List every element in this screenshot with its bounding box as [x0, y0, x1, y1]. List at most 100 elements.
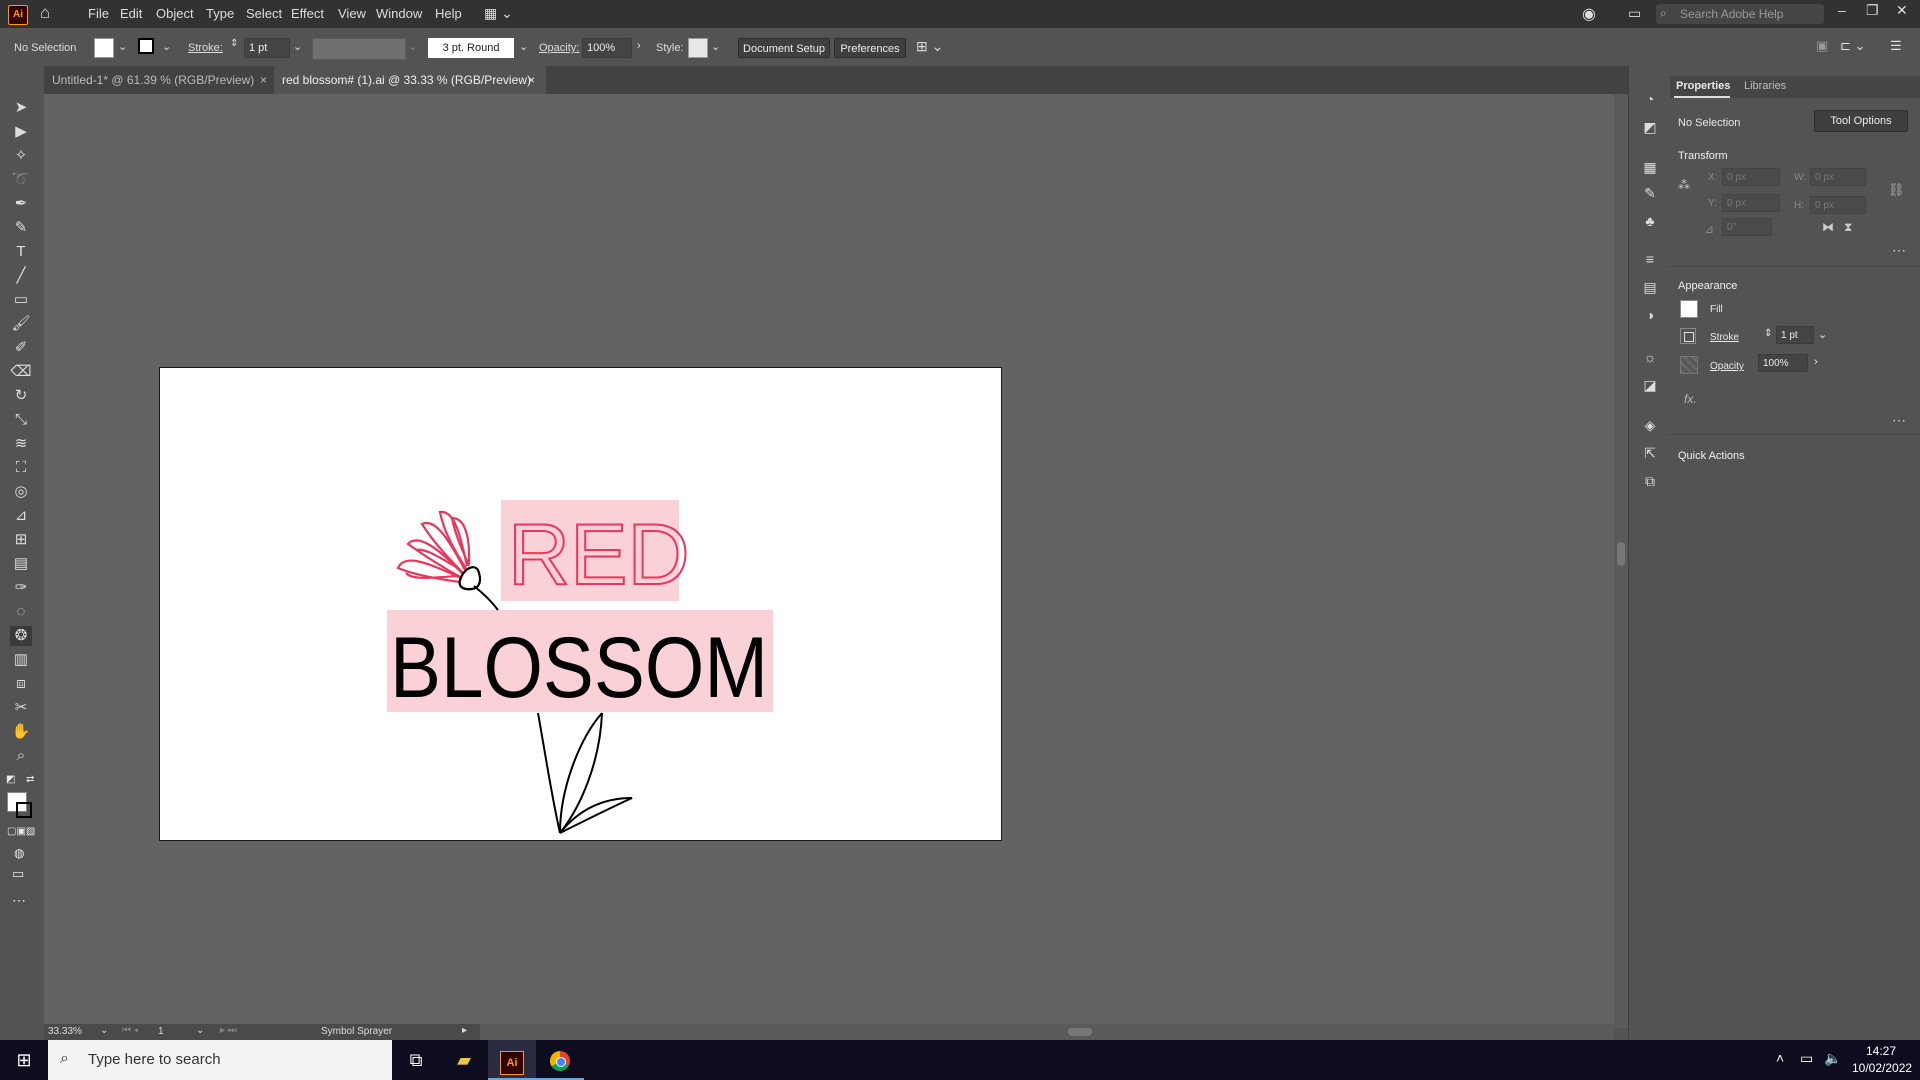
reference-point-icon[interactable]: ⁂ [1678, 178, 1690, 192]
add-effect-fx-button[interactable]: fx. [1684, 392, 1697, 406]
x-position-field[interactable]: 0 px [1722, 168, 1780, 186]
graphic-style-swatch[interactable] [688, 38, 708, 58]
fill-dropdown-icon[interactable]: ⌄ [118, 40, 127, 53]
show-hidden-icons-icon[interactable]: ˄ [1776, 1050, 1784, 1066]
menu-help[interactable]: Help [435, 6, 462, 21]
tab-red-blossom[interactable]: red blossom# (1).ai @ 33.33 % (RGB/Previ… [274, 66, 546, 94]
opacity-label[interactable]: Opacity: [539, 42, 579, 54]
eyedropper-tool-icon[interactable]: ✑ [10, 578, 32, 598]
slice-tool-icon[interactable]: ✂ [10, 698, 32, 718]
selection-tool-icon[interactable]: ➤ [10, 98, 32, 118]
appearance-opacity-expand-icon[interactable]: › [1814, 356, 1818, 368]
stroke-weight-field[interactable]: 1 pt [244, 38, 290, 58]
taskbar-search-input[interactable]: Type here to search [48, 1040, 392, 1080]
mesh-tool-icon[interactable]: ⊞ [10, 530, 32, 550]
menu-effect[interactable]: Effect [291, 6, 324, 21]
menu-type[interactable]: Type [206, 6, 234, 21]
lasso-tool-icon[interactable]: ➰ [10, 170, 32, 190]
stroke-label[interactable]: Stroke: [188, 42, 223, 54]
tab-libraries[interactable]: Libraries [1744, 80, 1786, 92]
layers-panel-icon[interactable]: ◈ [1641, 416, 1659, 434]
artboards-panel-icon[interactable]: ⧉ [1641, 472, 1659, 490]
curvature-tool-icon[interactable]: ✎ [10, 218, 32, 238]
more-appearance-options-icon[interactable]: ⋯ [1892, 412, 1906, 429]
stroke-weight-stepper-icon[interactable]: ⇕ [1764, 328, 1772, 339]
artboard-tool-icon[interactable]: ⧈ [10, 674, 32, 694]
default-colors-icon[interactable]: ◩ [6, 774, 15, 785]
opacity-field[interactable]: 100% [582, 38, 632, 58]
stroke-stepper-icon[interactable]: ⇕ [230, 38, 238, 49]
zoom-level[interactable]: 33.33% [48, 1026, 82, 1037]
tab-untitled-1[interactable]: Untitled-1* @ 61.39 % (RGB/Preview) × [44, 66, 272, 94]
rectangle-tool-icon[interactable]: ▭ [10, 290, 32, 310]
tab-properties[interactable]: Properties [1676, 80, 1730, 92]
close-tab-icon[interactable]: × [260, 66, 267, 94]
menu-edit[interactable]: Edit [120, 6, 142, 21]
rotation-field[interactable]: 0° [1722, 218, 1772, 236]
swatches-panel-icon[interactable]: ▦ [1641, 158, 1659, 176]
screen-mode-icon[interactable]: ▭ [12, 866, 24, 882]
asset-export-icon[interactable]: ⇱ [1641, 444, 1659, 462]
column-graph-tool-icon[interactable]: ▥ [10, 650, 32, 670]
transform-options-icon[interactable]: ⊞ ⌄ [916, 38, 943, 55]
stroke-panel-icon[interactable]: ≡ [1641, 250, 1659, 268]
graphic-styles-icon[interactable]: ◪ [1641, 376, 1659, 394]
vertical-scrollbar[interactable] [1614, 94, 1628, 1028]
brushes-panel-icon[interactable]: ✎ [1641, 184, 1659, 202]
color-panel-icon[interactable]: ◔ [1641, 90, 1659, 108]
artwork-svg[interactable]: RED BLOSSOM [160, 368, 1003, 842]
swap-colors-icon[interactable]: ⇄ [26, 774, 34, 785]
appearance-fill-swatch[interactable] [1680, 300, 1698, 318]
appearance-stroke-label[interactable]: Stroke [1710, 332, 1739, 343]
color-guide-icon[interactable]: ◩ [1641, 118, 1659, 136]
network-icon[interactable]: ▭ [1800, 1050, 1813, 1067]
menu-file[interactable]: File [88, 6, 109, 21]
align-options-icon[interactable]: ⊏ ⌄ [1840, 38, 1865, 54]
restore-button[interactable]: ❐ [1866, 2, 1879, 19]
perspective-grid-tool-icon[interactable]: ⊿ [10, 506, 32, 526]
style-dropdown-icon[interactable]: ⌄ [711, 40, 720, 53]
appearance-stroke-dropdown-icon[interactable]: ⌄ [1818, 328, 1827, 341]
panel-menu-icon[interactable]: ☰ [1890, 38, 1902, 54]
zoom-tool-icon[interactable]: ⌕ [10, 746, 32, 766]
tool-options-button[interactable]: Tool Options [1814, 110, 1908, 132]
appearance-stroke-swatch[interactable] [1680, 328, 1696, 344]
file-explorer-icon[interactable]: ▰ [440, 1040, 488, 1080]
taskbar-date[interactable]: 10/02/2022 [1852, 1061, 1912, 1075]
free-transform-tool-icon[interactable]: ⛶ [10, 458, 32, 478]
menu-window[interactable]: Window [376, 6, 422, 21]
hand-tool-icon[interactable]: ✋ [10, 722, 32, 742]
rotate-tool-icon[interactable]: ↻ [10, 386, 32, 406]
horizontal-scrollbar[interactable] [480, 1024, 1614, 1040]
artboard-nav-first-icon[interactable]: ⏮ ◂ [122, 1025, 138, 1036]
fill-swatch[interactable] [94, 38, 114, 58]
help-search-input[interactable]: Search Adobe Help [1656, 4, 1824, 24]
paintbrush-tool-icon[interactable]: 🖌 [10, 314, 32, 334]
vertical-scroll-thumb[interactable] [1617, 542, 1625, 566]
color-mode-icons[interactable]: ▢▣▨ [7, 826, 35, 837]
draw-mode-icon[interactable]: ◍ [14, 846, 24, 860]
scale-tool-icon[interactable]: ⤡ [10, 410, 32, 430]
line-tool-icon[interactable]: ╱ [10, 266, 32, 286]
artboard-number[interactable]: 1 [158, 1026, 164, 1037]
illustrator-taskbar-icon[interactable]: Ai [488, 1040, 536, 1080]
shape-builder-tool-icon[interactable]: ◎ [10, 482, 32, 502]
warp-tool-icon[interactable]: ≋ [10, 434, 32, 454]
chrome-taskbar-icon[interactable] [536, 1040, 584, 1080]
gradient-panel-icon[interactable]: ▤ [1641, 278, 1659, 296]
artboard-dropdown-icon[interactable]: ⌄ [196, 1025, 204, 1036]
stroke-weight-dropdown-icon[interactable]: ⌄ [293, 40, 302, 53]
status-menu-icon[interactable]: ▸ [462, 1025, 467, 1036]
stroke-color-swatch[interactable] [16, 802, 32, 818]
opacity-expand-icon[interactable]: › [637, 40, 641, 52]
brush-definition[interactable]: 3 pt. Round [428, 38, 514, 58]
blend-tool-icon[interactable]: ◌ [10, 602, 32, 622]
direct-selection-tool-icon[interactable]: ▶ [10, 122, 32, 142]
arrange-documents-icon[interactable]: ▭ [1628, 5, 1641, 22]
task-view-icon[interactable]: ⧉ [392, 1040, 440, 1080]
type-tool-icon[interactable]: T [10, 242, 32, 262]
symbols-panel-icon[interactable]: ♣ [1641, 212, 1659, 230]
magic-wand-tool-icon[interactable]: ✧ [10, 146, 32, 166]
appearance-panel-icon[interactable]: ☼ [1641, 348, 1659, 366]
profile-dropdown-icon[interactable]: ⌄ [408, 40, 417, 53]
